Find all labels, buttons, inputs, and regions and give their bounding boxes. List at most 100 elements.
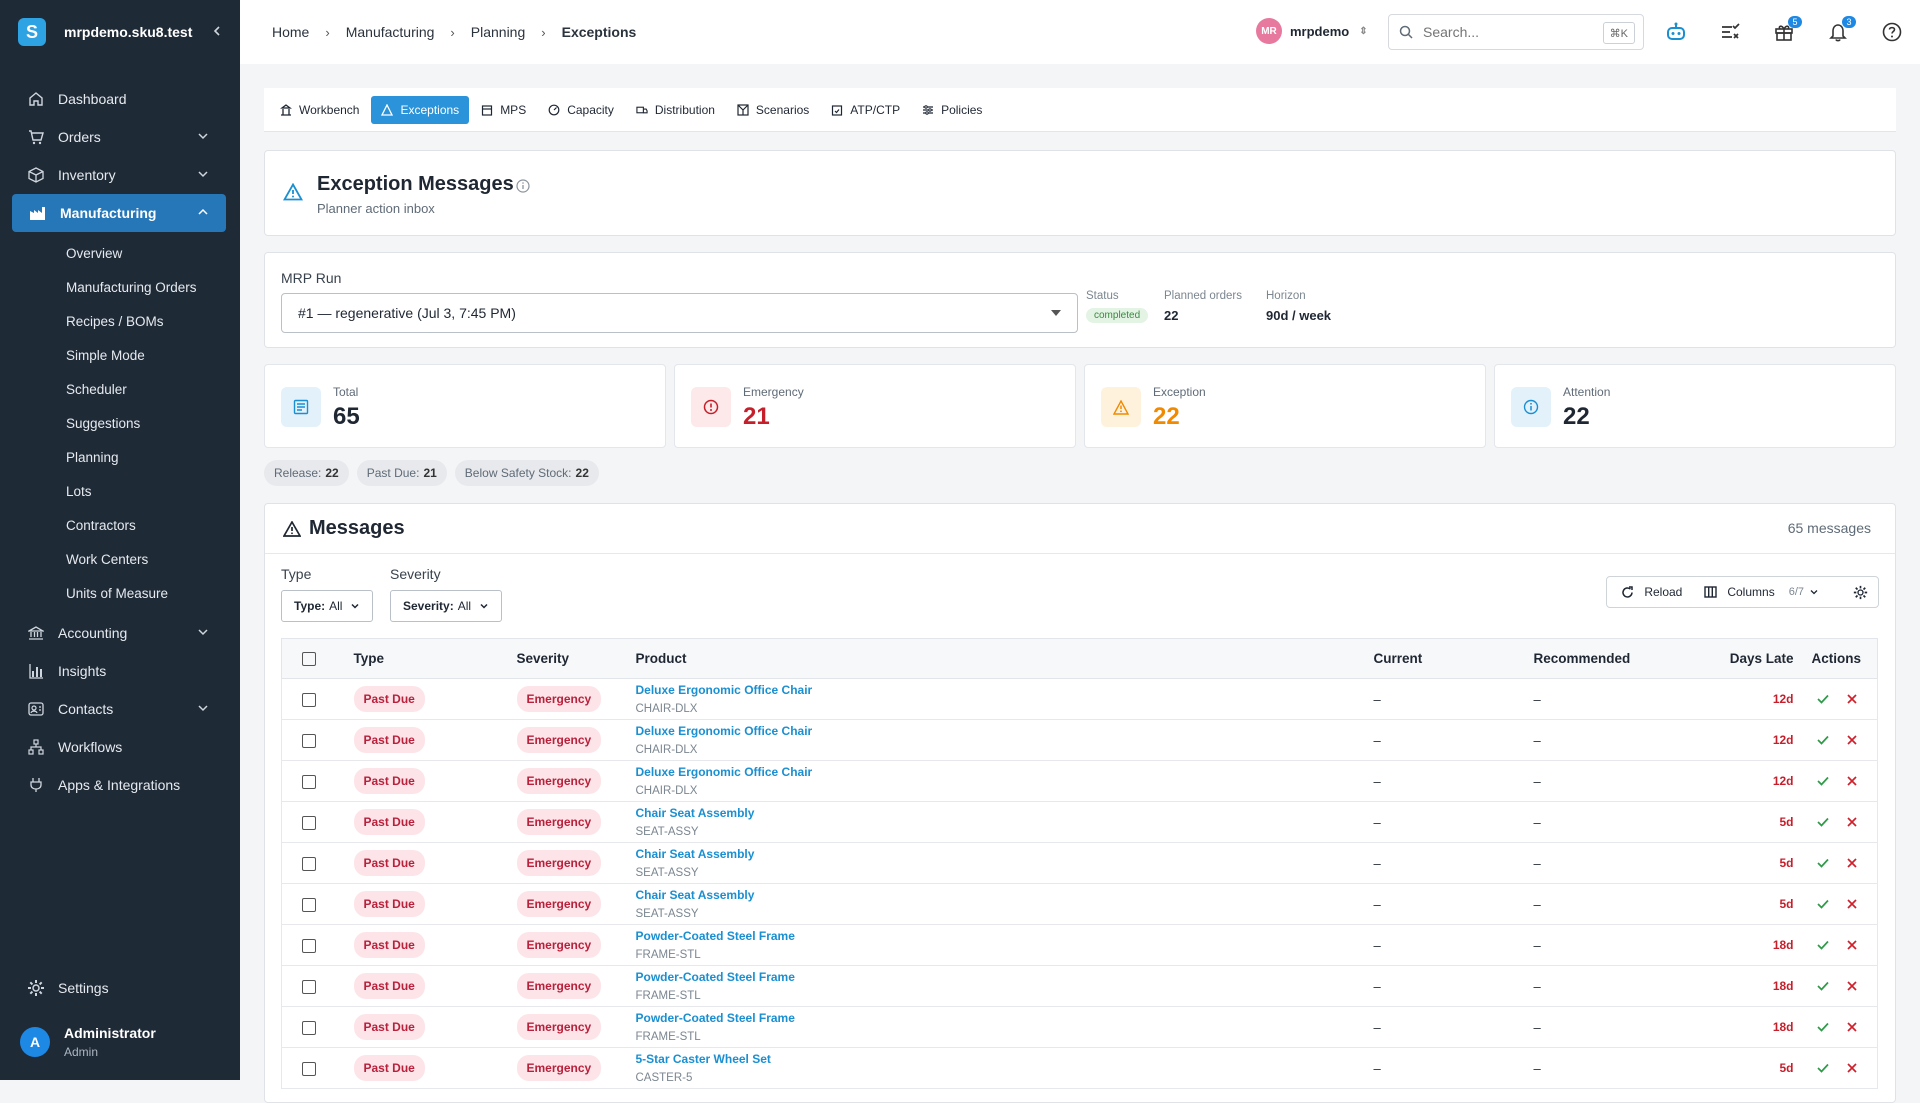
select-all-checkbox[interactable] bbox=[302, 652, 316, 667]
dismiss-close-icon[interactable] bbox=[1847, 981, 1857, 991]
sidebar-sub-recipes-boms[interactable]: Recipes / BOMs bbox=[0, 304, 240, 338]
table-row[interactable]: Past Due Emergency Deluxe Ergonomic Offi… bbox=[281, 678, 1878, 720]
tasks-icon[interactable] bbox=[1718, 20, 1742, 44]
dismiss-close-icon[interactable] bbox=[1847, 735, 1857, 745]
sidebar-sub-planning[interactable]: Planning bbox=[0, 440, 240, 474]
product-link[interactable]: Chair Seat Assembly bbox=[636, 847, 1374, 861]
dismiss-close-icon[interactable] bbox=[1847, 1022, 1857, 1032]
product-link[interactable]: Powder-Coated Steel Frame bbox=[636, 1011, 1374, 1025]
columns-button[interactable]: Columns 6/7 bbox=[1704, 585, 1828, 599]
reload-button[interactable]: Reload bbox=[1621, 585, 1682, 599]
sidebar-item-manufacturing[interactable]: Manufacturing bbox=[12, 194, 226, 232]
collapse-sidebar-icon[interactable] bbox=[208, 22, 226, 40]
user-profile[interactable]: A Administrator Admin bbox=[20, 1025, 156, 1059]
breadcrumb-manufacturing[interactable]: Manufacturing bbox=[346, 24, 435, 40]
breadcrumb-planning[interactable]: Planning bbox=[471, 24, 526, 40]
product-link[interactable]: Chair Seat Assembly bbox=[636, 888, 1374, 902]
type-filter-button[interactable]: Type: All bbox=[281, 590, 374, 622]
sidebar-item-contacts[interactable]: Contacts bbox=[0, 690, 240, 728]
tab-atp-ctp[interactable]: ATP/CTP bbox=[821, 96, 910, 124]
dismiss-close-icon[interactable] bbox=[1847, 1063, 1857, 1073]
tab-scenarios[interactable]: Scenarios bbox=[727, 96, 819, 124]
table-row[interactable]: Past Due Emergency Powder-Coated Steel F… bbox=[281, 1006, 1878, 1048]
brand[interactable]: S mrpdemo.sku8.test bbox=[0, 0, 240, 64]
product-link[interactable]: Deluxe Ergonomic Office Chair bbox=[636, 724, 1374, 738]
gift-icon[interactable]: 5 bbox=[1772, 16, 1802, 44]
dismiss-close-icon[interactable] bbox=[1847, 776, 1857, 786]
accept-check-icon[interactable] bbox=[1817, 735, 1829, 745]
accept-check-icon[interactable] bbox=[1817, 858, 1829, 868]
chip-below-safety-stock[interactable]: Below Safety Stock: 22 bbox=[454, 460, 599, 486]
row-checkbox[interactable] bbox=[302, 815, 316, 830]
row-checkbox[interactable] bbox=[302, 692, 316, 707]
sidebar-sub-lots[interactable]: Lots bbox=[0, 474, 240, 508]
row-checkbox[interactable] bbox=[302, 938, 316, 953]
sidebar-item-settings[interactable]: Settings bbox=[26, 978, 109, 998]
column-header-product[interactable]: Product bbox=[636, 639, 1374, 679]
sidebar-sub-manufacturing-orders[interactable]: Manufacturing Orders bbox=[0, 270, 240, 304]
column-header-recommended[interactable]: Recommended bbox=[1534, 639, 1694, 679]
product-link[interactable]: Deluxe Ergonomic Office Chair bbox=[636, 765, 1374, 779]
dismiss-close-icon[interactable] bbox=[1847, 858, 1857, 868]
sidebar-item-orders[interactable]: Orders bbox=[0, 118, 240, 156]
row-checkbox[interactable] bbox=[302, 1020, 316, 1035]
sidebar-item-dashboard[interactable]: Dashboard bbox=[0, 80, 240, 118]
row-checkbox[interactable] bbox=[302, 733, 316, 748]
column-header-type[interactable]: Type bbox=[354, 639, 517, 679]
column-header-days-late[interactable]: Days Late bbox=[1694, 639, 1794, 679]
sidebar-sub-scheduler[interactable]: Scheduler bbox=[0, 372, 240, 406]
dismiss-close-icon[interactable] bbox=[1847, 694, 1857, 704]
table-row[interactable]: Past Due Emergency Chair Seat Assembly SE… bbox=[281, 801, 1878, 843]
table-row[interactable]: Past Due Emergency Chair Seat Assembly SE… bbox=[281, 883, 1878, 925]
search-input[interactable] bbox=[1423, 24, 1583, 40]
sidebar-item-accounting[interactable]: Accounting bbox=[0, 614, 240, 652]
table-settings-button[interactable] bbox=[1848, 580, 1872, 604]
table-row[interactable]: Past Due Emergency 5-Star Caster Wheel S… bbox=[281, 1047, 1878, 1089]
table-row[interactable]: Past Due Emergency Deluxe Ergonomic Offi… bbox=[281, 760, 1878, 802]
row-checkbox[interactable] bbox=[302, 897, 316, 912]
org-switcher[interactable]: MR mrpdemo ⇕ bbox=[1256, 18, 1368, 44]
product-link[interactable]: Chair Seat Assembly bbox=[636, 806, 1374, 820]
sidebar-sub-contractors[interactable]: Contractors bbox=[0, 508, 240, 542]
row-checkbox[interactable] bbox=[302, 774, 316, 789]
dismiss-close-icon[interactable] bbox=[1847, 940, 1857, 950]
sidebar-item-apps[interactable]: Apps & Integrations bbox=[0, 766, 240, 804]
tab-capacity[interactable]: Capacity bbox=[538, 96, 624, 124]
accept-check-icon[interactable] bbox=[1817, 899, 1829, 909]
sidebar-item-workflows[interactable]: Workflows bbox=[0, 728, 240, 766]
accept-check-icon[interactable] bbox=[1817, 981, 1829, 991]
sidebar-sub-simple-mode[interactable]: Simple Mode bbox=[0, 338, 240, 372]
dismiss-close-icon[interactable] bbox=[1847, 899, 1857, 909]
sidebar-item-insights[interactable]: Insights bbox=[0, 652, 240, 690]
tab-exceptions[interactable]: Exceptions bbox=[371, 95, 470, 124]
table-row[interactable]: Past Due Emergency Powder-Coated Steel F… bbox=[281, 965, 1878, 1007]
accept-check-icon[interactable] bbox=[1817, 940, 1829, 950]
product-link[interactable]: Deluxe Ergonomic Office Chair bbox=[636, 683, 1374, 697]
column-header-current[interactable]: Current bbox=[1374, 639, 1534, 679]
accept-check-icon[interactable] bbox=[1817, 817, 1829, 827]
accept-check-icon[interactable] bbox=[1817, 1022, 1829, 1032]
chip-past-due[interactable]: Past Due: 21 bbox=[356, 460, 447, 486]
sidebar-item-inventory[interactable]: Inventory bbox=[0, 156, 240, 194]
product-link[interactable]: Powder-Coated Steel Frame bbox=[636, 929, 1374, 943]
row-checkbox[interactable] bbox=[302, 979, 316, 994]
table-row[interactable]: Past Due Emergency Chair Seat Assembly SE… bbox=[281, 842, 1878, 884]
sidebar-sub-work-centers[interactable]: Work Centers bbox=[0, 542, 240, 576]
row-checkbox[interactable] bbox=[302, 856, 316, 871]
tab-mps[interactable]: MPS bbox=[471, 96, 536, 124]
accept-check-icon[interactable] bbox=[1817, 694, 1829, 704]
mrp-run-select[interactable]: #1 — regenerative (Jul 3, 7:45 PM) bbox=[281, 293, 1078, 333]
breadcrumb-home[interactable]: Home bbox=[272, 24, 309, 40]
row-checkbox[interactable] bbox=[302, 1061, 316, 1076]
sidebar-sub-overview[interactable]: Overview bbox=[0, 236, 240, 270]
accept-check-icon[interactable] bbox=[1817, 776, 1829, 786]
product-link[interactable]: Powder-Coated Steel Frame bbox=[636, 970, 1374, 984]
tab-workbench[interactable]: Workbench bbox=[270, 96, 369, 124]
info-icon[interactable] bbox=[516, 179, 530, 193]
sidebar-sub-units-of-measure[interactable]: Units of Measure bbox=[0, 576, 240, 610]
search-box[interactable]: ⌘K bbox=[1388, 14, 1644, 50]
help-icon[interactable] bbox=[1880, 20, 1904, 44]
tab-policies[interactable]: Policies bbox=[912, 96, 992, 124]
notifications-icon[interactable]: 3 bbox=[1826, 16, 1856, 44]
sidebar-sub-suggestions[interactable]: Suggestions bbox=[0, 406, 240, 440]
